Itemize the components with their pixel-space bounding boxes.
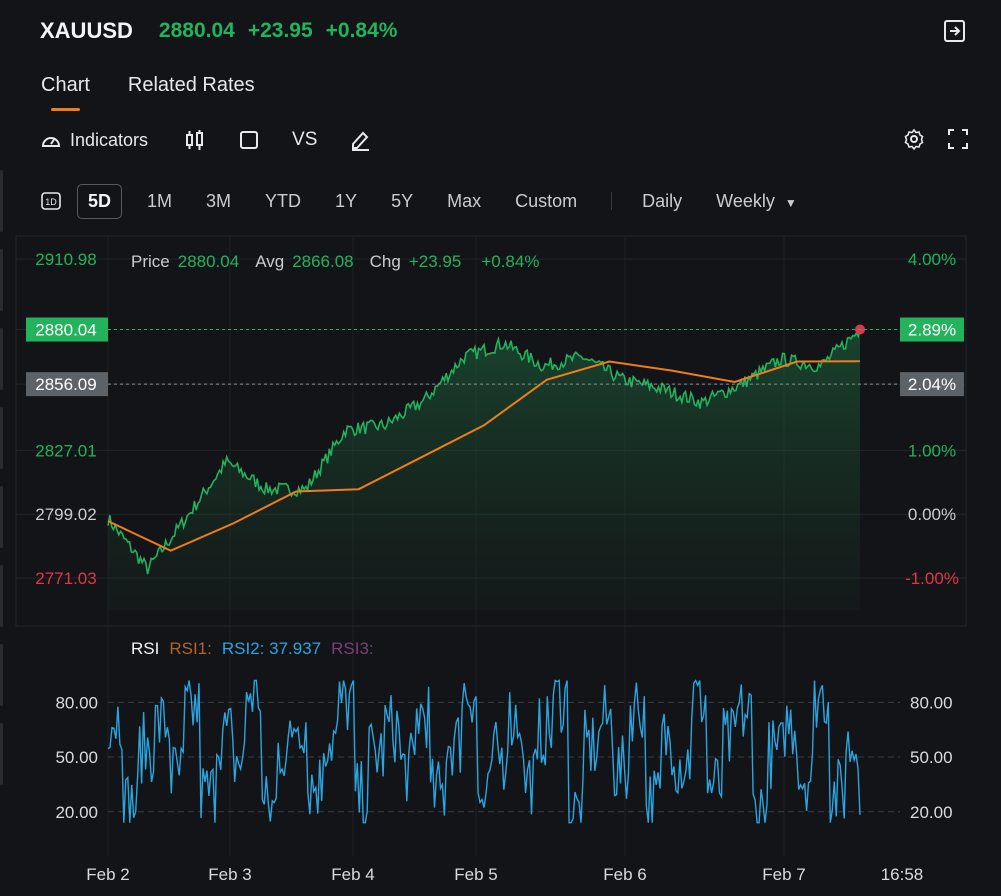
rsi-tick-left: 20.00 xyxy=(55,803,98,822)
rsi-tick-right: 20.00 xyxy=(910,803,953,822)
x-tick-label: Feb 3 xyxy=(208,865,251,884)
tab-bar: Chart Related Rates xyxy=(41,74,255,111)
candlestick-icon xyxy=(186,130,204,150)
pencil-icon xyxy=(352,131,370,151)
y-tick-label-right: 2.89% xyxy=(908,321,956,340)
x-tick-label: Feb 5 xyxy=(454,865,497,884)
avg-label: Avg xyxy=(255,252,285,271)
compare-button[interactable]: VS xyxy=(292,129,317,151)
indicators-label: Indicators xyxy=(70,129,149,150)
draw-button[interactable] xyxy=(349,129,371,151)
shape-button[interactable] xyxy=(238,129,260,151)
range-custom[interactable]: Custom xyxy=(515,191,577,212)
y-tick-label-right: 4.00% xyxy=(908,250,956,269)
price-info-bar: Price 2880.04 Avg 2866.08 Chg +23.95 +0.… xyxy=(131,252,547,272)
y-tick-label-right: 0.00% xyxy=(908,505,956,524)
rsi-tick-right: 50.00 xyxy=(910,748,953,767)
range-5d[interactable]: 5D xyxy=(77,183,123,219)
x-tick-label: Feb 4 xyxy=(331,865,374,884)
interval-icon[interactable]: 1D xyxy=(40,190,62,212)
price-value: 2880.04 xyxy=(177,252,240,271)
symbol-title: XAUUSD xyxy=(40,18,133,43)
tab-related-rates[interactable]: Related Rates xyxy=(128,74,255,107)
range-divider xyxy=(611,192,613,210)
exit-panel-icon[interactable] xyxy=(941,18,967,44)
fullscreen-icon[interactable] xyxy=(947,128,969,150)
chg-pct: +0.84% xyxy=(481,252,540,271)
x-axis: Feb 2 Feb 3 Feb 4 Feb 5 Feb 6 Feb 7 16:58 xyxy=(86,865,923,884)
y-tick-label: 2827.01 xyxy=(35,441,96,460)
y-tick-label-right: -1.00% xyxy=(905,569,959,588)
rsi-title: RSI xyxy=(131,639,160,658)
frequency-weekly-label: Weekly xyxy=(716,190,775,211)
rsi-legend: RSI RSI1: RSI2: 37.937 RSI3: xyxy=(131,639,384,659)
range-3m[interactable]: 3M xyxy=(206,191,231,212)
frequency-weekly[interactable]: Weekly ▼ xyxy=(716,191,797,212)
range-max[interactable]: Max xyxy=(447,191,481,212)
x-tick-label: Feb 6 xyxy=(603,865,646,884)
x-tick-label: Feb 2 xyxy=(86,865,129,884)
quote-header: XAUUSD 2880.04 +23.95 +0.84% xyxy=(40,16,981,46)
rail-segment xyxy=(0,170,3,232)
price-change-pct: +0.84% xyxy=(325,19,398,42)
rsi-tick-left: 80.00 xyxy=(55,693,98,712)
y-tick-label: 2856.09 xyxy=(35,375,96,394)
rsi-panel: 80.00 80.00 50.00 50.00 20.00 20.00 xyxy=(55,679,953,824)
y-axis-right: 4.00% 2.89% 2.04% 1.00% 0.00% -1.00% xyxy=(900,250,964,588)
chart-toolbar: Indicators VS xyxy=(40,124,971,156)
price-label: Price xyxy=(131,252,170,271)
frequency-daily[interactable]: Daily xyxy=(642,191,682,212)
y-tick-label: 2771.03 xyxy=(35,569,96,588)
rsi2-label: RSI2: 37.937 xyxy=(221,639,322,658)
gauge-icon xyxy=(41,137,61,147)
price-area xyxy=(107,324,865,610)
chevron-down-icon: ▼ xyxy=(784,195,797,210)
y-tick-label: 2799.02 xyxy=(35,505,96,524)
price-change: +23.95 xyxy=(247,19,313,42)
indicators-button[interactable]: Indicators xyxy=(40,129,148,151)
y-axis-left: 2910.98 2880.04 2856.09 2827.01 2799.02 2771.… xyxy=(26,250,108,588)
candlestick-button[interactable] xyxy=(184,129,206,151)
chg-label: Chg xyxy=(369,252,401,271)
x-tick-label: 16:58 xyxy=(881,865,924,884)
square-icon xyxy=(240,131,259,149)
price-area-fill xyxy=(108,329,860,610)
range-1y[interactable]: 1Y xyxy=(335,191,357,212)
x-tick-label: Feb 7 xyxy=(762,865,805,884)
y-tick-label: 2910.98 xyxy=(35,250,96,269)
compare-label: VS xyxy=(292,129,318,150)
rsi2-line xyxy=(107,679,861,824)
tab-chart[interactable]: Chart xyxy=(41,74,90,111)
rsi-tick-right: 80.00 xyxy=(910,693,953,712)
rsi-tick-left: 50.00 xyxy=(55,748,98,767)
y-tick-label-right: 1.00% xyxy=(908,441,956,460)
rsi3-label: RSI3: xyxy=(331,639,374,658)
gear-icon[interactable] xyxy=(903,128,925,150)
range-5y[interactable]: 5Y xyxy=(391,191,413,212)
svg-text:1D: 1D xyxy=(45,197,57,207)
avg-value: 2866.08 xyxy=(292,252,354,271)
last-price: 2880.04 xyxy=(158,19,235,42)
range-1m[interactable]: 1M xyxy=(147,191,172,212)
range-bar: 1D 5D 1M 3M YTD 1Y 5Y Max Custom Daily W… xyxy=(40,183,971,219)
range-ytd[interactable]: YTD xyxy=(265,191,301,212)
y-tick-label: 2880.04 xyxy=(35,321,96,340)
price-chart[interactable]: 2910.98 2880.04 2856.09 2827.01 2799.02 2771.… xyxy=(0,234,1001,896)
chg-value: +23.95 xyxy=(408,252,462,271)
y-tick-label-right: 2.04% xyxy=(908,375,956,394)
rsi1-label: RSI1: xyxy=(169,639,212,658)
